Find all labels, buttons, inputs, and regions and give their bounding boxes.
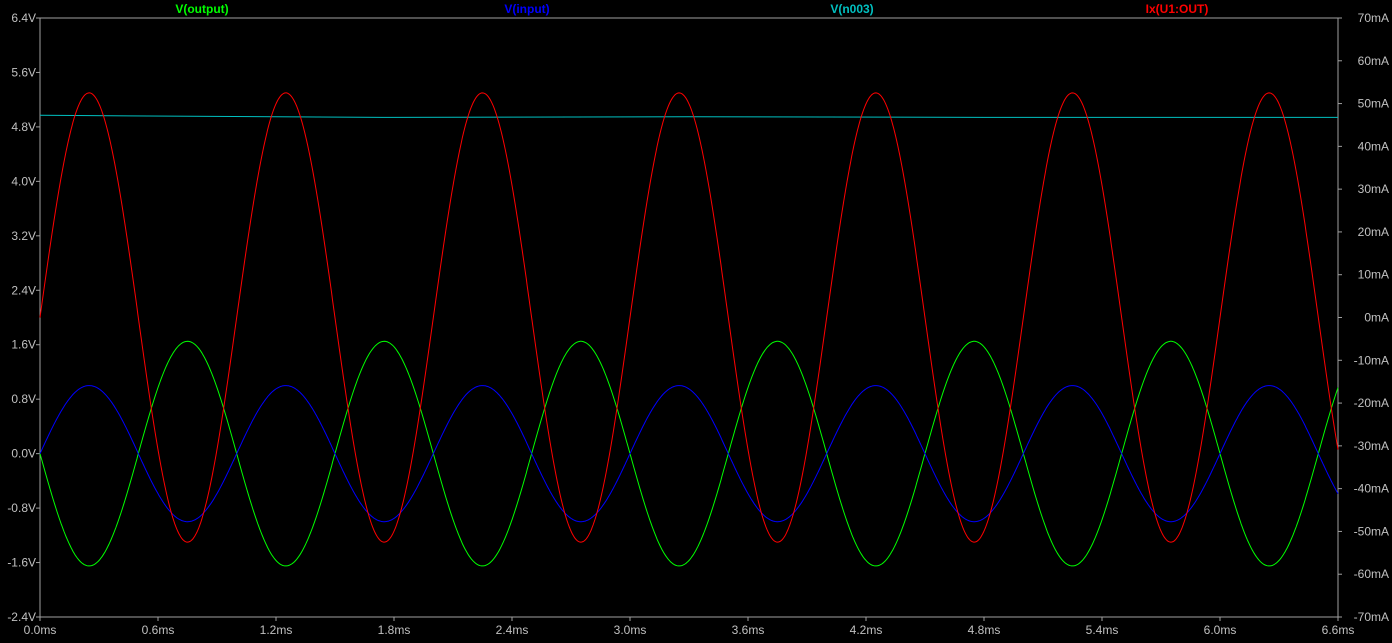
y-left-tick-label: 6.4V: [11, 11, 36, 25]
y-right-tick-label: 20mA: [1358, 225, 1389, 239]
y-left-tick-label: -1.6V: [7, 556, 36, 570]
waveform-plot[interactable]: 0.0ms 0.6ms 1.2ms 1.8ms 2.4ms 3.0ms 3.6ms 4.2ms…: [0, 0, 1392, 643]
y-left-tick-label: 0.0V: [11, 447, 36, 461]
y-right-tick-label: 50mA: [1358, 97, 1389, 111]
x-tick-label: 4.8ms: [968, 623, 1001, 637]
y-right-tick-label: -60mA: [1354, 567, 1389, 581]
x-tick-label: 1.8ms: [378, 623, 411, 637]
y-right-tick-label: -30mA: [1354, 439, 1389, 453]
x-tick-label: 2.4ms: [496, 623, 529, 637]
x-tick-label: 5.4ms: [1086, 623, 1119, 637]
y-left-tick-label: 2.4V: [11, 283, 36, 297]
y-right-tick-label: 10mA: [1358, 268, 1389, 282]
legend-entry-ix-u1-out[interactable]: Ix(U1:OUT): [1146, 2, 1209, 16]
y-right-tick-label: 70mA: [1358, 11, 1389, 25]
x-tick-label: 4.2ms: [850, 623, 883, 637]
y-right-tick-label: 30mA: [1358, 182, 1389, 196]
y-left-tick-label: 4.8V: [11, 120, 36, 134]
y-left-tick-label: 3.2V: [11, 229, 36, 243]
y-right-tick-label: -70mA: [1354, 610, 1389, 624]
legend-entry-v-output[interactable]: V(output): [175, 2, 228, 16]
x-tick-label: 6.6ms: [1322, 623, 1355, 637]
y-right-tick-label: 40mA: [1358, 139, 1389, 153]
y-left-tick-label: -2.4V: [7, 610, 36, 624]
x-tick-label: 3.6ms: [732, 623, 765, 637]
y-left-tick-label: 1.6V: [11, 338, 36, 352]
y-right-tick-label: -50mA: [1354, 524, 1389, 538]
x-tick-label: 3.0ms: [614, 623, 647, 637]
y-left-tick-label: 0.8V: [11, 392, 36, 406]
plot-background: [0, 0, 1392, 643]
legend-entry-v-n003[interactable]: V(n003): [830, 2, 873, 16]
legend-entry-v-input[interactable]: V(input): [504, 2, 549, 16]
y-left-tick-label: 4.0V: [11, 174, 36, 188]
x-tick-label: 1.2ms: [260, 623, 293, 637]
y-right-tick-label: -20mA: [1354, 396, 1389, 410]
y-right-tick-label: 60mA: [1358, 54, 1389, 68]
y-left-tick-label: -0.8V: [7, 501, 36, 515]
y-right-tick-label: -10mA: [1354, 353, 1389, 367]
x-tick-label: 0.6ms: [142, 623, 175, 637]
y-right-tick-label: -40mA: [1354, 482, 1389, 496]
x-tick-label: 6.0ms: [1204, 623, 1237, 637]
y-left-tick-label: 5.6V: [11, 65, 36, 79]
y-right-tick-label: 0mA: [1364, 311, 1389, 325]
x-tick-label: 0.0ms: [24, 623, 57, 637]
